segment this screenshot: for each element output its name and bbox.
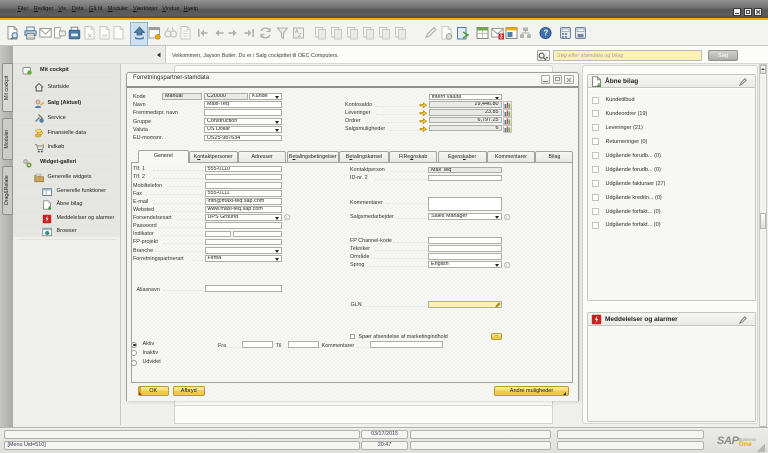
svg-text:i: i — [506, 215, 507, 220]
svg-text:i: i — [286, 215, 287, 220]
svg-text:Z: Z — [298, 33, 301, 39]
svg-text:3: 3 — [499, 35, 502, 40]
svg-text:i: i — [506, 263, 507, 268]
svg-text:?: ? — [543, 29, 548, 38]
